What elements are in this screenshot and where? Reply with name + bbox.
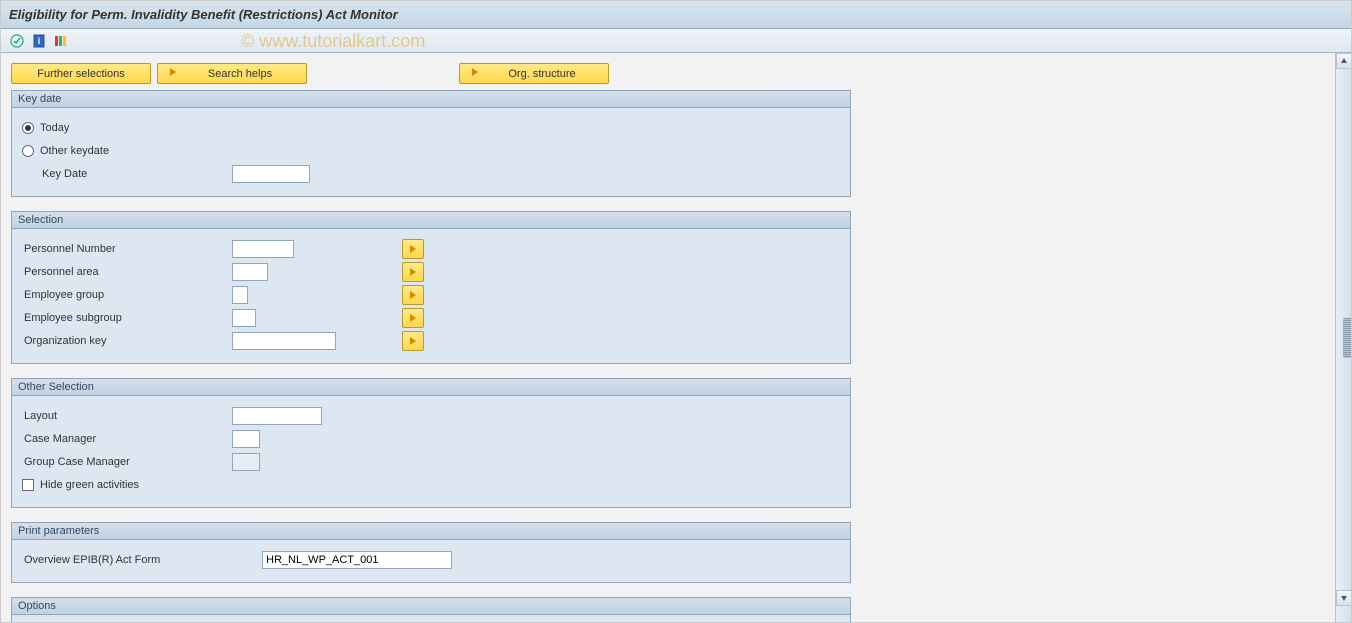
search-helps-label: Search helps bbox=[184, 68, 296, 80]
multi-select-button[interactable] bbox=[402, 262, 424, 282]
case-manager-input[interactable] bbox=[232, 430, 260, 448]
multi-select-button[interactable] bbox=[402, 308, 424, 328]
multi-select-button[interactable] bbox=[402, 285, 424, 305]
hide-green-label: Hide green activities bbox=[40, 479, 139, 491]
key-date-input[interactable] bbox=[232, 165, 310, 183]
selection-buttons-row: Further selections Search helps Org. str… bbox=[11, 63, 851, 84]
group-case-manager-label: Group Case Manager bbox=[22, 456, 232, 468]
org-structure-button[interactable]: Org. structure bbox=[459, 63, 609, 84]
print-parameters-group: Print parameters Overview EPIB(R) Act Fo… bbox=[11, 522, 851, 583]
case-manager-label: Case Manager bbox=[22, 433, 232, 445]
info-icon[interactable]: i bbox=[31, 33, 47, 49]
personnel-area-input[interactable] bbox=[232, 263, 268, 281]
radio-today-row[interactable]: Today bbox=[22, 117, 844, 139]
organization-key-input[interactable] bbox=[232, 332, 336, 350]
other-selection-title: Other Selection bbox=[12, 379, 850, 396]
radio-other-label: Other keydate bbox=[40, 145, 109, 157]
variant-icon[interactable] bbox=[53, 33, 69, 49]
employee-group-label: Employee group bbox=[22, 289, 232, 301]
vertical-scrollbar[interactable] bbox=[1335, 53, 1351, 622]
employee-group-input[interactable] bbox=[232, 286, 248, 304]
arrow-right-icon bbox=[168, 67, 178, 80]
layout-input[interactable] bbox=[232, 407, 322, 425]
multi-select-button[interactable] bbox=[402, 239, 424, 259]
other-selection-group: Other Selection Layout Case Manager Grou… bbox=[11, 378, 851, 508]
arrow-right-icon bbox=[470, 67, 480, 80]
personnel-number-input[interactable] bbox=[232, 240, 294, 258]
overview-form-input[interactable] bbox=[262, 551, 452, 569]
content-area: Further selections Search helps Org. str… bbox=[1, 53, 1335, 622]
title-bar: Eligibility for Perm. Invalidity Benefit… bbox=[1, 1, 1351, 29]
org-structure-label: Org. structure bbox=[486, 68, 598, 80]
hide-green-checkbox[interactable] bbox=[22, 479, 34, 491]
key-date-group: Key date Today Other keydate Key Date bbox=[11, 90, 851, 197]
execute-icon[interactable] bbox=[9, 33, 25, 49]
radio-today-label: Today bbox=[40, 122, 69, 134]
scroll-up-icon[interactable] bbox=[1336, 53, 1352, 69]
selection-title: Selection bbox=[12, 212, 850, 229]
multi-select-button[interactable] bbox=[402, 331, 424, 351]
personnel-number-label: Personnel Number bbox=[22, 243, 232, 255]
key-date-label: Key Date bbox=[22, 168, 232, 180]
employee-subgroup-label: Employee subgroup bbox=[22, 312, 232, 324]
radio-other-keydate[interactable] bbox=[22, 145, 34, 157]
print-parameters-title: Print parameters bbox=[12, 523, 850, 540]
layout-label: Layout bbox=[22, 410, 232, 422]
key-date-title: Key date bbox=[12, 91, 850, 108]
further-selections-button[interactable]: Further selections bbox=[11, 63, 151, 84]
overview-form-label: Overview EPIB(R) Act Form bbox=[22, 554, 262, 566]
app-toolbar: i bbox=[1, 29, 1351, 53]
page-title: Eligibility for Perm. Invalidity Benefit… bbox=[9, 7, 398, 22]
organization-key-label: Organization key bbox=[22, 335, 232, 347]
radio-today[interactable] bbox=[22, 122, 34, 134]
radio-other-row[interactable]: Other keydate bbox=[22, 140, 844, 162]
group-case-manager-input bbox=[232, 453, 260, 471]
personnel-area-label: Personnel area bbox=[22, 266, 232, 278]
options-group: Options Activity & Consistency Monitor bbox=[11, 597, 851, 622]
hide-green-row[interactable]: Hide green activities bbox=[22, 474, 844, 496]
svg-text:i: i bbox=[38, 36, 41, 46]
further-selections-label: Further selections bbox=[37, 68, 124, 80]
options-title: Options bbox=[12, 598, 850, 615]
selection-group: Selection Personnel Number Personnel are… bbox=[11, 211, 851, 364]
scroll-down-icon[interactable] bbox=[1336, 590, 1352, 606]
scroll-grip-icon[interactable] bbox=[1343, 318, 1352, 358]
employee-subgroup-input[interactable] bbox=[232, 309, 256, 327]
search-helps-button[interactable]: Search helps bbox=[157, 63, 307, 84]
